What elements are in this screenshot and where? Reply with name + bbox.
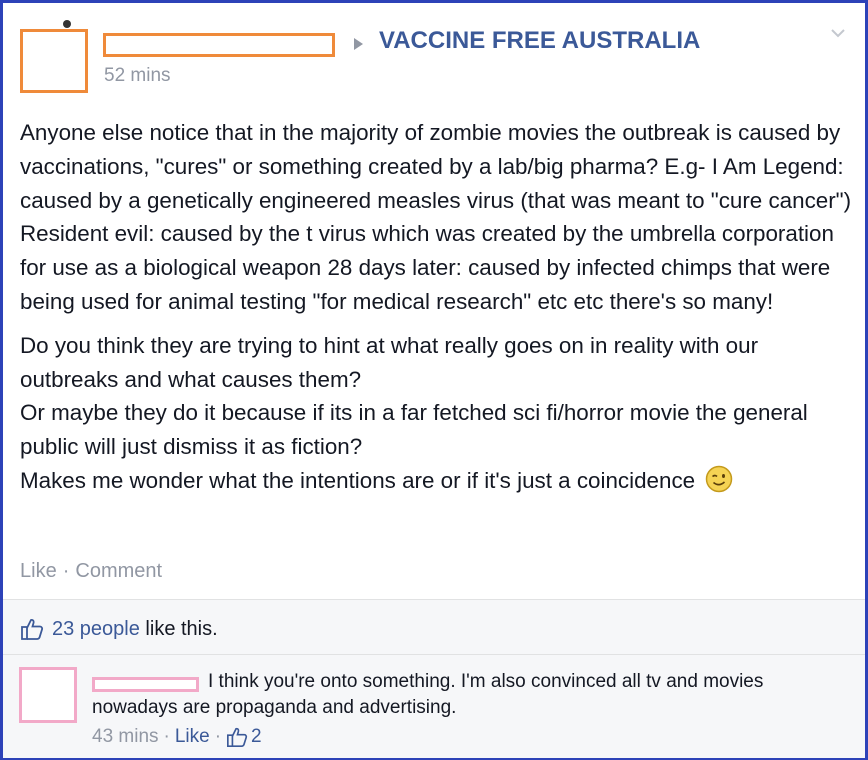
comment-text: I think you're onto something. I'm also … — [92, 671, 764, 718]
separator: · — [62, 560, 70, 582]
divider — [3, 654, 865, 655]
post-line-2c: Makes me wonder what the intentions are … — [20, 467, 696, 493]
avatar-dot — [63, 20, 71, 28]
post-line-2b: Or maybe they do it because if its in a … — [20, 400, 808, 460]
wink-smiley-icon — [706, 465, 733, 493]
post-paragraph-2: Do you think they are trying to hint at … — [20, 329, 855, 498]
separator: · — [163, 726, 170, 747]
comment-like-link[interactable]: Like — [175, 726, 210, 748]
poster-name-redacted[interactable] — [103, 33, 335, 57]
post-paragraph-1: Anyone else notice that in the majority … — [20, 120, 852, 314]
likes-and-comments-section: 23 people like this. I think you're onto… — [3, 599, 865, 758]
thumbs-up-icon — [21, 619, 44, 640]
chevron-down-icon[interactable] — [831, 26, 845, 40]
post-timestamp[interactable]: 52 mins — [104, 65, 171, 87]
comment-like-count[interactable]: 2 — [251, 726, 262, 748]
post-line-2a: Do you think they are trying to hint at … — [20, 332, 759, 392]
comment-meta: 43 mins · Like · 2 — [92, 726, 262, 748]
like-link[interactable]: Like — [20, 560, 57, 582]
commenter-name-redacted[interactable] — [92, 677, 199, 692]
comment-link[interactable]: Comment — [75, 560, 162, 582]
post-card: VACCINE FREE AUSTRALIA 52 mins Anyone el… — [3, 3, 865, 758]
thumbs-up-icon — [227, 727, 248, 747]
comment-timestamp[interactable]: 43 mins — [92, 726, 159, 748]
arrow-right-icon — [354, 38, 363, 50]
likes-suffix: like this. — [139, 617, 218, 640]
group-name-link[interactable]: VACCINE FREE AUSTRALIA — [379, 27, 700, 55]
separator: · — [214, 726, 222, 747]
commenter-avatar-redacted[interactable] — [19, 667, 77, 723]
poster-avatar-redacted[interactable] — [20, 29, 88, 93]
likes-summary: 23 people like this. — [20, 617, 218, 641]
likers-link[interactable]: 23 people — [52, 618, 140, 641]
post-actions: Like · Comment — [20, 560, 162, 583]
post-body: Anyone else notice that in the majority … — [20, 116, 855, 498]
